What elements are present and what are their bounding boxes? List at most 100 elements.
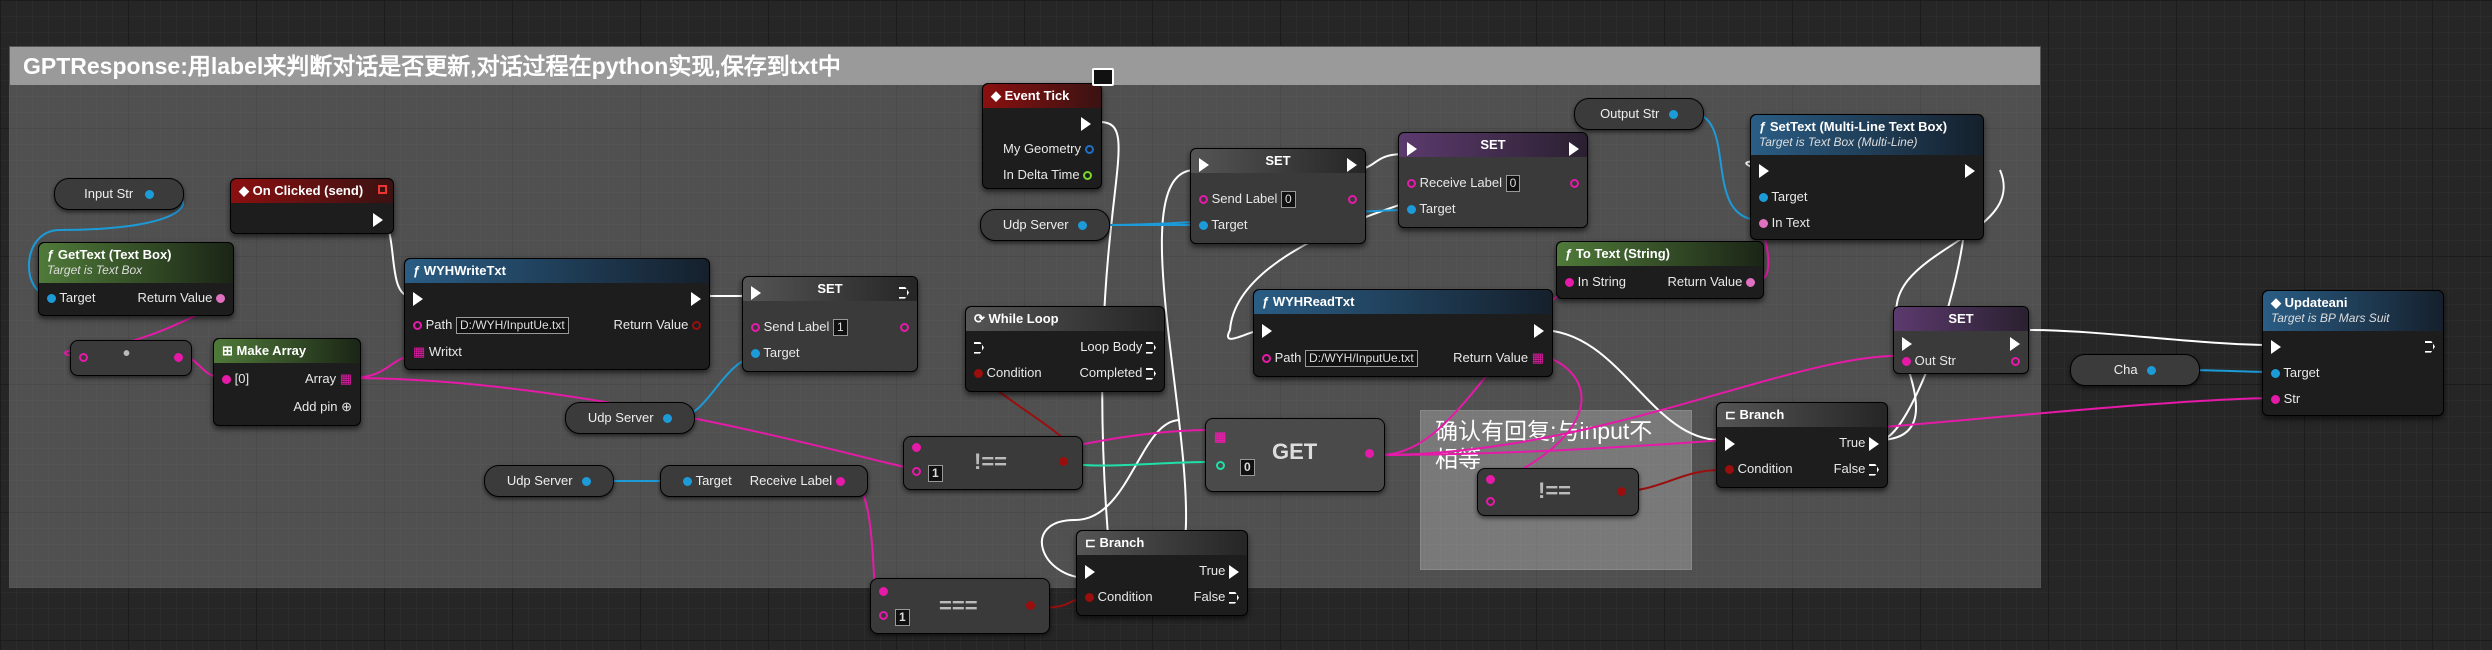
exec-in-pin[interactable] xyxy=(1085,564,1095,579)
exec-in-pin[interactable] xyxy=(2271,339,2281,354)
out-str-out-pin[interactable] xyxy=(2011,357,2020,367)
event-tick-node[interactable]: ◆ Event Tick My Geometry In Delta Time xyxy=(982,83,1102,189)
in-string-pin[interactable] xyxy=(1565,278,1574,288)
exec-out-pin[interactable] xyxy=(1569,141,1579,156)
condition-pin[interactable] xyxy=(1085,593,1094,603)
branch-node-2[interactable]: ⊏ Branch True Condition False xyxy=(1716,402,1888,488)
loop-body-pin[interactable] xyxy=(1146,341,1156,354)
send-label-value[interactable]: 1 xyxy=(833,319,848,337)
wyhreadtxt-node[interactable]: ƒ WYHReadTxt Path D:/WYH/InputUe.txt Ret… xyxy=(1253,289,1553,377)
false-pin[interactable] xyxy=(1869,463,1879,476)
receive-label-pin[interactable] xyxy=(1407,179,1416,189)
updateani-header[interactable]: ◆ Updateani Target is BP Mars Suit xyxy=(2263,291,2443,331)
return-value-pin[interactable] xyxy=(1746,278,1755,288)
a-pin[interactable] xyxy=(79,353,88,362)
b-pin[interactable] xyxy=(1486,497,1495,506)
index-value[interactable]: 0 xyxy=(1240,459,1255,476)
path-pin[interactable] xyxy=(1262,354,1271,364)
set-header[interactable]: SET xyxy=(743,277,917,301)
exec-out-pin[interactable] xyxy=(1081,116,1091,131)
exec-in-pin[interactable] xyxy=(1199,157,1209,172)
not-equal-node-1[interactable]: 1 !== xyxy=(903,436,1083,490)
set-header[interactable]: SET xyxy=(1894,307,2028,331)
cha-variable[interactable]: Cha xyxy=(2070,354,2200,386)
b-pin[interactable] xyxy=(912,467,921,476)
exec-in-pin[interactable] xyxy=(413,291,423,306)
target-pin[interactable] xyxy=(2271,369,2280,379)
input-str-pin[interactable] xyxy=(144,190,154,200)
exec-out-pin[interactable] xyxy=(2010,336,2020,351)
b-pin[interactable] xyxy=(879,611,888,620)
out-pin[interactable] xyxy=(174,353,183,362)
branch-header[interactable]: ⊏ Branch xyxy=(1717,403,1887,427)
set-receive-label0-node[interactable]: SET Receive Label 0 Target xyxy=(1398,132,1588,228)
exec-in-pin[interactable] xyxy=(1407,141,1417,156)
out-str-pin[interactable] xyxy=(1902,357,1911,367)
settext-multiline-node[interactable]: ƒ SetText (Multi-Line Text Box) Target i… xyxy=(1750,114,1984,240)
udp-server-pin[interactable] xyxy=(1078,221,1088,231)
while-loop-node[interactable]: ⟳ While Loop Loop Body Condition Complet… xyxy=(965,306,1165,392)
true-pin[interactable] xyxy=(1869,436,1879,451)
b-value[interactable]: 1 xyxy=(928,465,943,482)
append-node[interactable]: • xyxy=(70,340,192,376)
exec-in-pin[interactable] xyxy=(1902,336,1912,351)
udp-server-pin[interactable] xyxy=(582,477,592,487)
return-value-pin[interactable] xyxy=(692,321,701,331)
target-pin[interactable] xyxy=(1759,193,1768,203)
index-pin[interactable] xyxy=(1216,461,1225,470)
my-geometry-pin[interactable] xyxy=(1084,145,1094,155)
exec-in-pin[interactable] xyxy=(751,285,761,300)
a-pin[interactable] xyxy=(1486,475,1495,484)
branch-header[interactable]: ⊏ Branch xyxy=(1077,531,1247,555)
equal-node[interactable]: 1 === xyxy=(870,578,1050,634)
send-label-pin[interactable] xyxy=(751,323,760,333)
a-pin[interactable] xyxy=(879,587,888,596)
gettext-node[interactable]: ƒ GetText (Text Box) Target is Text Box … xyxy=(38,242,234,316)
false-pin[interactable] xyxy=(1229,591,1239,604)
b-value[interactable]: 1 xyxy=(895,609,910,626)
receive-label-pin[interactable] xyxy=(835,477,845,487)
add-pin-icon[interactable]: ⊕ xyxy=(341,399,352,414)
on-clicked-node[interactable]: ◆ On Clicked (send) xyxy=(230,178,394,234)
exec-out-pin[interactable] xyxy=(1534,323,1544,338)
send-label-out-pin[interactable] xyxy=(1348,195,1357,205)
receive-label-value[interactable]: 0 xyxy=(1505,175,1521,193)
to-text-string-node[interactable]: ƒ To Text (String) In String Return Valu… xyxy=(1556,241,1764,299)
on-clicked-header[interactable]: ◆ On Clicked (send) xyxy=(231,179,393,203)
target-pin[interactable] xyxy=(1407,205,1416,215)
index0-pin[interactable] xyxy=(222,375,231,385)
wyhwritetxt-header[interactable]: ƒ WYHWriteTxt xyxy=(405,259,709,283)
target-pin[interactable] xyxy=(1199,221,1208,231)
path-pin[interactable] xyxy=(413,321,422,331)
set-send-label0-node[interactable]: SET Send Label 0 Target xyxy=(1190,148,1366,244)
result-pin[interactable] xyxy=(1617,487,1626,496)
set-header[interactable]: SET xyxy=(1399,133,1587,157)
receive-label-getter[interactable]: Target Receive Label xyxy=(660,465,868,497)
exec-out-pin[interactable] xyxy=(899,286,909,299)
gettext-header[interactable]: ƒ GetText (Text Box) Target is Text Box xyxy=(39,243,233,283)
send-label-pin[interactable] xyxy=(1199,195,1208,205)
exec-out-pin[interactable] xyxy=(1347,157,1357,172)
while-loop-header[interactable]: ⟳ While Loop xyxy=(966,307,1164,331)
cha-pin[interactable] xyxy=(2147,366,2157,376)
target-pin[interactable] xyxy=(683,477,693,487)
writxt-array-pin[interactable]: ▦ xyxy=(413,344,425,359)
get-node[interactable]: ▦ 0 GET xyxy=(1205,418,1385,492)
delegate-pin[interactable] xyxy=(378,185,387,194)
str-pin[interactable] xyxy=(2271,395,2280,405)
exec-in-pin[interactable] xyxy=(1759,163,1769,178)
exec-in-pin[interactable] xyxy=(974,341,984,354)
array-in-pin[interactable]: ▦ xyxy=(1214,429,1226,445)
make-array-header[interactable]: ⊞ Make Array xyxy=(214,339,360,363)
target-pin[interactable] xyxy=(47,294,56,304)
set-send-label-node[interactable]: SET Send Label 1 Target xyxy=(742,276,918,372)
exec-in-pin[interactable] xyxy=(1725,436,1735,451)
send-label-value[interactable]: 0 xyxy=(1281,191,1296,209)
set-header[interactable]: SET xyxy=(1191,149,1365,173)
return-value-pin[interactable] xyxy=(216,294,225,304)
true-pin[interactable] xyxy=(1229,564,1239,579)
in-text-pin[interactable] xyxy=(1759,219,1768,229)
target-pin[interactable] xyxy=(751,349,760,359)
exec-in-pin[interactable] xyxy=(1262,323,1272,338)
array-pin[interactable]: ▦ xyxy=(340,371,352,386)
